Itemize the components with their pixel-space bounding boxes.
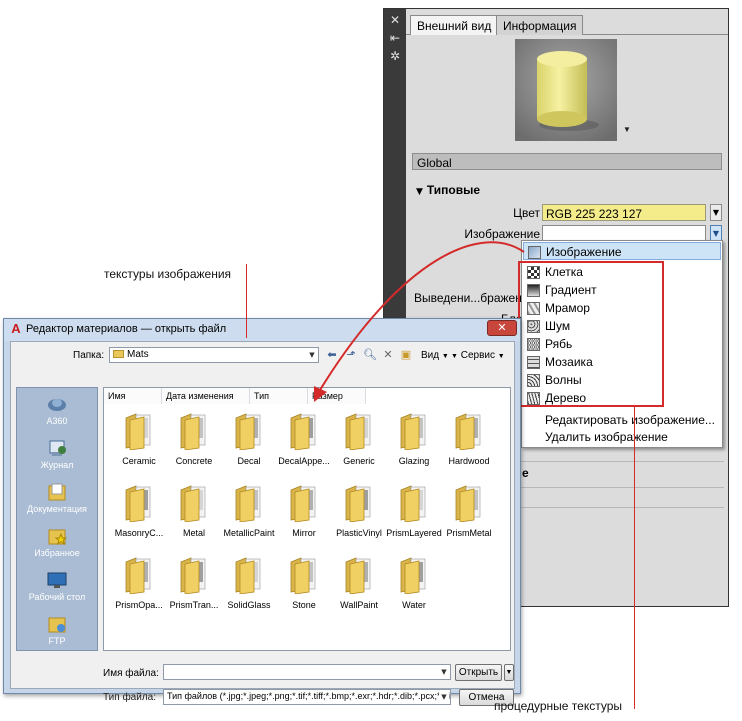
folder-item[interactable]: Mirror — [277, 484, 331, 548]
menu-item-delete-image[interactable]: Удалить изображение — [523, 428, 721, 446]
folder-item[interactable]: Glazing — [387, 412, 441, 476]
chevron-down-icon: ▼ — [441, 668, 447, 676]
folder-item[interactable]: SolidGlass — [222, 556, 276, 620]
preview-menu-arrow-icon[interactable]: ▼ — [623, 125, 631, 134]
places-bar: A360 Журнал Документация Избранное Рабоч… — [16, 387, 98, 651]
folder-icon — [455, 413, 481, 450]
color-field[interactable]: RGB 225 223 127 — [542, 204, 706, 221]
history-icon — [49, 440, 66, 456]
filename-input[interactable]: ▼ — [163, 664, 451, 680]
folder-combo[interactable]: Mats ▼ — [109, 347, 319, 363]
section-heading-partial: е — [522, 466, 529, 480]
folder-icon — [290, 413, 316, 450]
folder-icon — [400, 557, 426, 594]
folder-item[interactable]: Ceramic — [112, 412, 166, 476]
close-icon[interactable]: ✕ — [388, 13, 402, 27]
tab-information[interactable]: Информация — [496, 15, 584, 35]
folder-item[interactable]: Water — [387, 556, 441, 620]
file-list: Имя Дата изменения Тип Размер Ceramic Con… — [103, 387, 511, 651]
folder-icon — [235, 485, 261, 522]
cloud-icon — [48, 399, 66, 411]
folder-icon — [345, 485, 371, 522]
image-textures-leader — [246, 264, 247, 338]
menu-item-image[interactable]: Изображение — [523, 242, 721, 260]
section-title: Типовые — [426, 183, 481, 197]
folder-icon — [400, 485, 426, 522]
folder-icon — [290, 557, 316, 594]
folder-item[interactable]: Concrete — [167, 412, 221, 476]
folder-item[interactable]: Decal — [222, 412, 276, 476]
open-options-button[interactable]: ▼ — [504, 664, 514, 681]
procedural-textures-highlight — [518, 261, 664, 407]
filename-label: Имя файла: — [103, 668, 159, 679]
folder-icon — [125, 413, 151, 450]
folder-item[interactable]: DecalAppe... — [277, 412, 331, 476]
folder-icon — [180, 557, 206, 594]
procedural-textures-annotation: процедурные текстуры — [494, 699, 623, 713]
cylinder-preview-icon — [515, 39, 617, 141]
column-name[interactable]: Имя — [104, 388, 162, 404]
color-options-button[interactable]: ▼ — [710, 204, 722, 221]
place-favorites[interactable]: Избранное — [17, 526, 97, 558]
place-ftp[interactable]: FTP — [17, 614, 97, 646]
image-textures-annotation: текстуры изображения — [104, 267, 232, 281]
folder-icon — [455, 485, 481, 522]
dialog-title: Редактор материалов — открыть файл — [26, 323, 227, 335]
folder-item[interactable]: PrismTran... — [167, 556, 221, 620]
favorites-folder-icon — [48, 529, 68, 546]
folder-item[interactable]: Generic — [332, 412, 386, 476]
tab-appearance[interactable]: Внешний вид — [410, 15, 499, 35]
documents-folder-icon — [48, 483, 66, 501]
folder-icon — [125, 557, 151, 594]
open-button[interactable]: Открыть — [455, 664, 502, 681]
folder-item[interactable]: Hardwood — [442, 412, 496, 476]
folder-item[interactable]: Metal — [167, 484, 221, 548]
autocad-logo-icon: A — [11, 321, 21, 336]
place-documents[interactable]: Документация — [17, 482, 97, 514]
folder-icon — [235, 413, 261, 450]
collapse-triangle-icon: ▼ — [416, 187, 423, 197]
folder-item[interactable]: PlasticVinyl — [332, 484, 386, 548]
autohide-icon[interactable]: ⇤ — [388, 31, 402, 45]
folder-item[interactable]: PrismOpa... — [112, 556, 166, 620]
folder-item[interactable]: Stone — [277, 556, 331, 620]
folder-icon — [180, 485, 206, 522]
material-preview[interactable] — [515, 39, 617, 141]
place-desktop[interactable]: Рабочий стол — [17, 570, 97, 602]
folder-icon — [113, 350, 124, 358]
ftp-folder-icon — [48, 617, 66, 633]
folder-item[interactable]: MasonryC... — [112, 484, 166, 548]
procedural-textures-leader — [634, 407, 635, 709]
folder-icon — [125, 485, 151, 522]
folder-icon — [235, 557, 261, 594]
menu-item-edit-image[interactable]: Редактировать изображение... — [523, 411, 721, 429]
folder-icon — [345, 413, 371, 450]
folder-label: Water — [402, 600, 426, 610]
annotation-arrow — [314, 241, 525, 402]
folder-item[interactable]: PrismLayered — [386, 484, 442, 548]
filetype-label: Тип файла: — [103, 692, 156, 703]
folder-label: Hardwood — [448, 456, 490, 466]
place-a360[interactable]: A360 — [17, 394, 97, 426]
filetype-combo[interactable]: Тип файлов (*.jpg;*.jpeg;*.png;*.tif;*.t… — [163, 689, 451, 705]
color-label: Цвет — [513, 206, 540, 220]
chevron-down-icon: ▼ — [439, 691, 449, 703]
folder-label: Папка: — [73, 350, 105, 361]
folder-item[interactable]: WallPaint — [332, 556, 386, 620]
properties-icon[interactable]: ✲ — [388, 49, 402, 63]
folder-item[interactable]: PrismMetal — [442, 484, 496, 548]
folder-icon — [400, 413, 426, 450]
section-generic[interactable]: ▼ Типовые — [416, 183, 480, 197]
column-date[interactable]: Дата изменения — [162, 388, 250, 404]
folder-icon — [345, 557, 371, 594]
folder-label: PrismMetal — [446, 528, 492, 538]
folder-icon — [290, 485, 316, 522]
place-history[interactable]: Журнал — [17, 438, 97, 470]
folder-item[interactable]: MetallicPaint — [222, 484, 276, 548]
folder-icon — [180, 413, 206, 450]
desktop-icon — [47, 572, 67, 588]
material-name-field[interactable]: Global — [412, 153, 722, 170]
